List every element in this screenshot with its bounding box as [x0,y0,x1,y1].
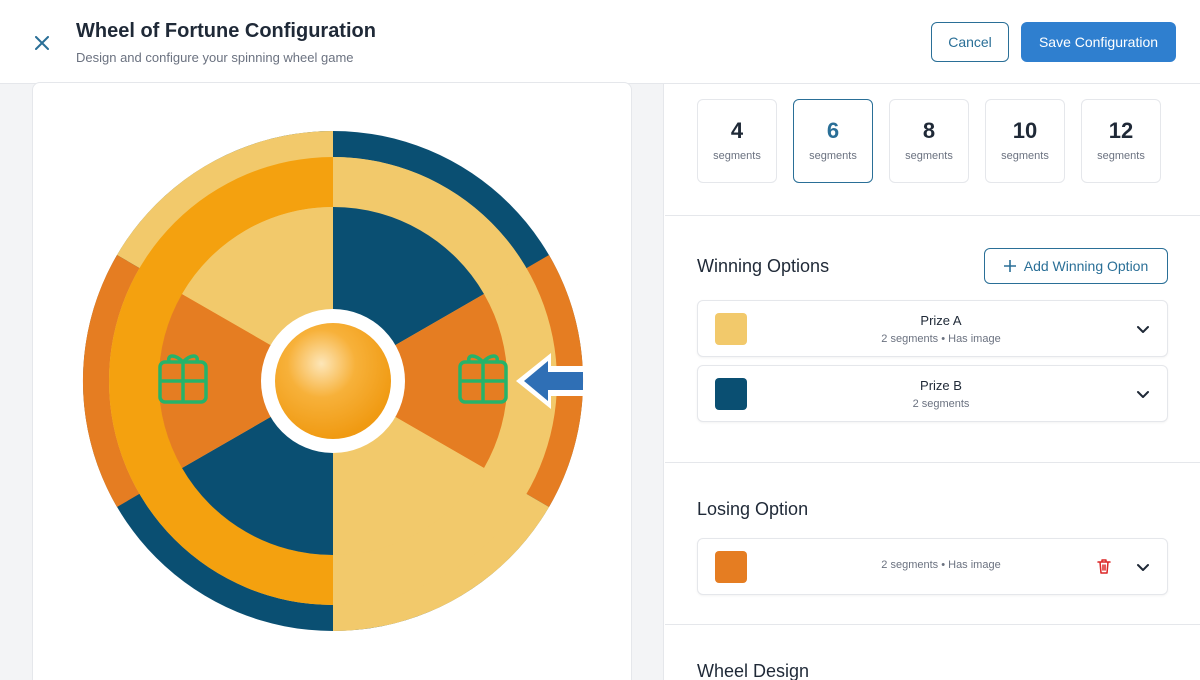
segment-count-label: segments [1001,150,1049,162]
segment-count-label: segments [713,150,761,162]
segment-count-value: 12 [1108,118,1134,143]
option-name: Prize B [920,378,962,393]
losing-option-card[interactable]: 2 segments • Has image [697,538,1168,595]
option-name: Prize A [920,313,962,328]
plus-icon [1003,260,1016,272]
segment-count-label: segments [905,150,953,162]
wheel-hub[interactable] [275,323,391,439]
section-divider [665,462,1200,463]
header-bar: Wheel of Fortune Configuration Design an… [0,0,1200,84]
wheel-design-title: Wheel Design [697,661,810,680]
page-title: Wheel of Fortune Configuration [76,20,376,42]
losing-option-title: Losing Option [697,499,809,519]
close-icon[interactable] [30,31,54,55]
segment-count-label: segments [809,150,857,162]
segment-count-value: 10 [1012,118,1038,143]
segment-count-option-8[interactable]: 8 segments [889,99,969,183]
cancel-button[interactable]: Cancel [931,22,1009,62]
wheel-graphic [82,130,584,632]
winning-option-card[interactable]: Prize B 2 segments [697,365,1168,422]
option-meta: 2 segments • Has image [881,333,1001,345]
add-winning-option-button[interactable]: Add Winning Option [984,248,1168,284]
chevron-down-icon[interactable] [1135,321,1151,337]
segment-count-option-4[interactable]: 4 segments [697,99,777,183]
segment-count-option-10[interactable]: 10 segments [985,99,1065,183]
chevron-down-icon[interactable] [1135,386,1151,402]
segment-count-label: segments [1097,150,1145,162]
chevron-down-icon[interactable] [1135,559,1151,575]
wheel-preview-pane [0,82,664,680]
settings-pane: 4 segments 6 segments 8 segments 10 segm… [665,84,1200,680]
trash-icon[interactable] [1095,557,1113,575]
segment-count-value: 4 [730,118,744,143]
winning-option-card[interactable]: Prize A 2 segments • Has image [697,300,1168,357]
segment-count-option-6[interactable]: 6 segments [793,99,873,183]
section-divider [665,624,1200,625]
segment-count-value: 6 [826,118,840,143]
winning-options-title: Winning Options [697,256,830,276]
add-winning-option-label: Add Winning Option [1023,258,1149,274]
segment-count-value: 8 [922,118,936,143]
segment-count-option-12[interactable]: 12 segments [1081,99,1161,183]
save-configuration-button[interactable]: Save Configuration [1021,22,1176,62]
section-divider [665,215,1200,216]
wheel-canvas [32,82,632,680]
option-meta: 2 segments [912,398,970,410]
page-subtitle: Design and configure your spinning wheel… [76,50,354,65]
